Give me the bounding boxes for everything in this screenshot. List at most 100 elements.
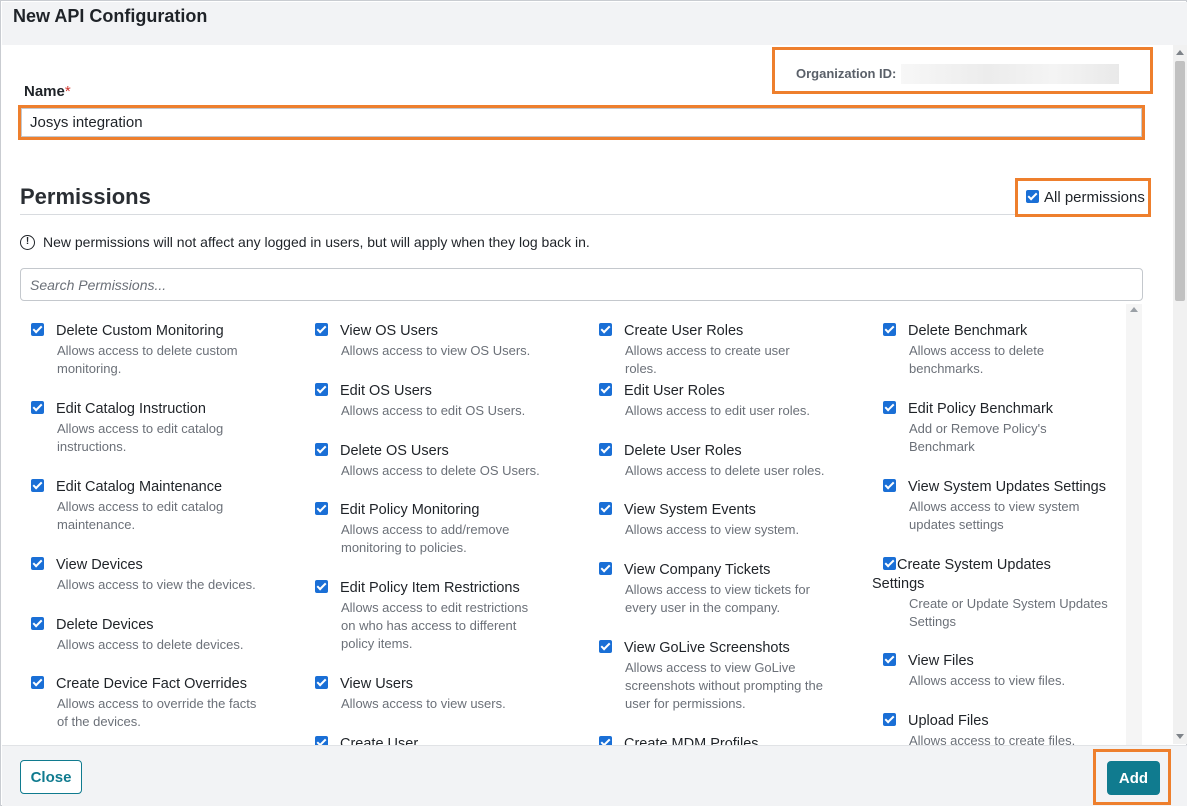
permission-description: Allows access to delete OS Users. (341, 463, 540, 478)
permission-description: Allows access to edit catalog maintenanc… (57, 499, 224, 532)
permissions-note: ! New permissions will not affect any lo… (20, 234, 590, 250)
permission-checkbox[interactable] (599, 383, 612, 396)
permission-checkbox[interactable] (31, 557, 44, 570)
permission-description: Allows access to create user roles. (625, 343, 790, 376)
permission-checkbox[interactable] (315, 383, 328, 396)
dialog-title: New API Configuration (13, 6, 208, 26)
permission-description: Allows access to view files. (909, 673, 1066, 688)
permissions-list-scrollbar[interactable] (1126, 304, 1142, 746)
permission-checkbox[interactable] (883, 653, 896, 666)
permission-checkbox[interactable] (599, 443, 612, 456)
permission-checkbox[interactable] (883, 479, 896, 492)
permission-description: Allows access to view system updates set… (909, 499, 1080, 532)
permission-name: Create System Updates Settings (872, 557, 1051, 592)
permission-checkbox[interactable] (31, 676, 44, 689)
required-mark: * (64, 83, 71, 100)
permission-description: Allows access to add/remove monitoring t… (341, 522, 510, 555)
permission-name: View System Updates Settings (908, 479, 1106, 495)
permission-name: Create User Roles (624, 323, 744, 339)
add-button-highlight: Add (1093, 749, 1171, 805)
organization-id-value (901, 64, 1119, 84)
permission-name: Delete Devices (56, 617, 154, 633)
permission-description: Allows access to delete user roles. (625, 463, 825, 478)
permission-checkbox[interactable] (315, 676, 328, 689)
organization-id-label: Organization ID: (796, 66, 897, 81)
permission-checkbox[interactable] (599, 502, 612, 515)
all-permissions-label: All permissions (1044, 189, 1145, 206)
api-config-dialog: New API Configuration Organization ID: N… (0, 0, 1187, 806)
permission-name: Edit Policy Item Restrictions (340, 580, 520, 596)
permission-name: View OS Users (340, 323, 439, 339)
permission-checkbox[interactable] (31, 401, 44, 414)
permissions-divider (20, 214, 1144, 215)
permission-name: View Users (340, 676, 414, 692)
permission-checkbox[interactable] (599, 323, 612, 336)
permission-name: View System Events (624, 502, 756, 518)
permission-description: Allows access to edit restrictions on wh… (341, 600, 529, 651)
scroll-up-arrow-icon[interactable] (1130, 307, 1138, 312)
scroll-down-arrow-icon[interactable] (1176, 734, 1184, 739)
permission-description: Allows access to view system. (625, 522, 800, 537)
permission-checkbox[interactable] (31, 617, 44, 630)
scroll-up-arrow-icon[interactable] (1176, 50, 1184, 55)
permission-name: View Company Tickets (624, 562, 771, 578)
name-field-highlight (18, 105, 1145, 140)
permission-description: Allows access to view the devices. (57, 577, 256, 592)
permission-name: Edit User Roles (624, 383, 725, 399)
permissions-list: Delete Custom Monitoring Allows access t… (20, 304, 1126, 746)
permission-name: Edit OS Users (340, 383, 432, 399)
permission-description: Allows access to view GoLive screenshots… (625, 660, 823, 711)
name-label-text: Name (24, 83, 65, 100)
dialog-footer: Close Add (2, 745, 1187, 806)
search-permissions-input[interactable] (20, 268, 1143, 301)
permission-name: Edit Catalog Instruction (56, 401, 206, 417)
permission-description: Allows access to view OS Users. (341, 343, 531, 358)
permission-name: Edit Policy Benchmark (908, 401, 1054, 417)
permission-description: Allows access to edit OS Users. (341, 403, 526, 418)
permissions-note-text: New permissions will not affect any logg… (43, 234, 590, 250)
permission-description: Allows access to create files. (909, 733, 1076, 746)
permission-name: Delete OS Users (340, 443, 449, 459)
permission-description: Allows access to override the facts of t… (57, 696, 257, 729)
permission-checkbox[interactable] (883, 401, 896, 414)
permission-checkbox[interactable] (599, 562, 612, 575)
permission-checkbox[interactable] (31, 479, 44, 492)
permission-description: Allows access to view users. (341, 696, 506, 711)
permission-name: Delete Benchmark (908, 323, 1028, 339)
permission-checkbox[interactable] (31, 323, 44, 336)
all-permissions-toggle[interactable]: All permissions (1015, 178, 1151, 217)
permission-description: Allows access to delete devices. (57, 637, 244, 652)
dialog-header: New API Configuration (2, 2, 1187, 45)
all-permissions-checkbox[interactable] (1026, 190, 1039, 203)
name-label: Name* (24, 83, 71, 100)
permission-name: View Devices (56, 557, 143, 573)
permission-name: View GoLive Screenshots (624, 640, 790, 656)
dialog-scrollbar[interactable] (1173, 45, 1187, 744)
permission-checkbox[interactable] (315, 502, 328, 515)
permission-checkbox[interactable] (883, 713, 896, 726)
permission-checkbox[interactable] (315, 323, 328, 336)
permission-description: Allows access to delete benchmarks. (909, 343, 1045, 376)
permission-name: Edit Catalog Maintenance (56, 479, 223, 495)
permission-description: Allows access to edit catalog instructio… (57, 421, 224, 454)
permission-name: Create Device Fact Overrides (56, 676, 247, 692)
permission-checkbox[interactable] (315, 443, 328, 456)
permission-checkbox[interactable] (883, 323, 896, 336)
permission-name: Delete User Roles (624, 443, 742, 459)
permissions-title: Permissions (20, 184, 151, 209)
close-button[interactable]: Close (20, 760, 82, 794)
permission-description: Allows access to view tickets for every … (625, 582, 810, 615)
organization-id-box: Organization ID: (772, 47, 1153, 94)
permission-description: Create or Update System Updates Settings (909, 596, 1108, 629)
info-icon: ! (20, 234, 35, 250)
scrollbar-thumb[interactable] (1175, 61, 1185, 301)
permission-name: Upload Files (908, 713, 989, 729)
permission-checkbox[interactable] (599, 640, 612, 653)
name-input[interactable] (21, 108, 1142, 137)
permission-checkbox[interactable] (315, 580, 328, 593)
permission-name: Edit Policy Monitoring (340, 502, 480, 518)
permission-description: Allows access to edit user roles. (625, 403, 810, 418)
permission-description: Allows access to delete custom monitorin… (57, 343, 238, 376)
add-button[interactable]: Add (1107, 761, 1160, 795)
permission-description: Add or Remove Policy's Benchmark (909, 421, 1047, 454)
